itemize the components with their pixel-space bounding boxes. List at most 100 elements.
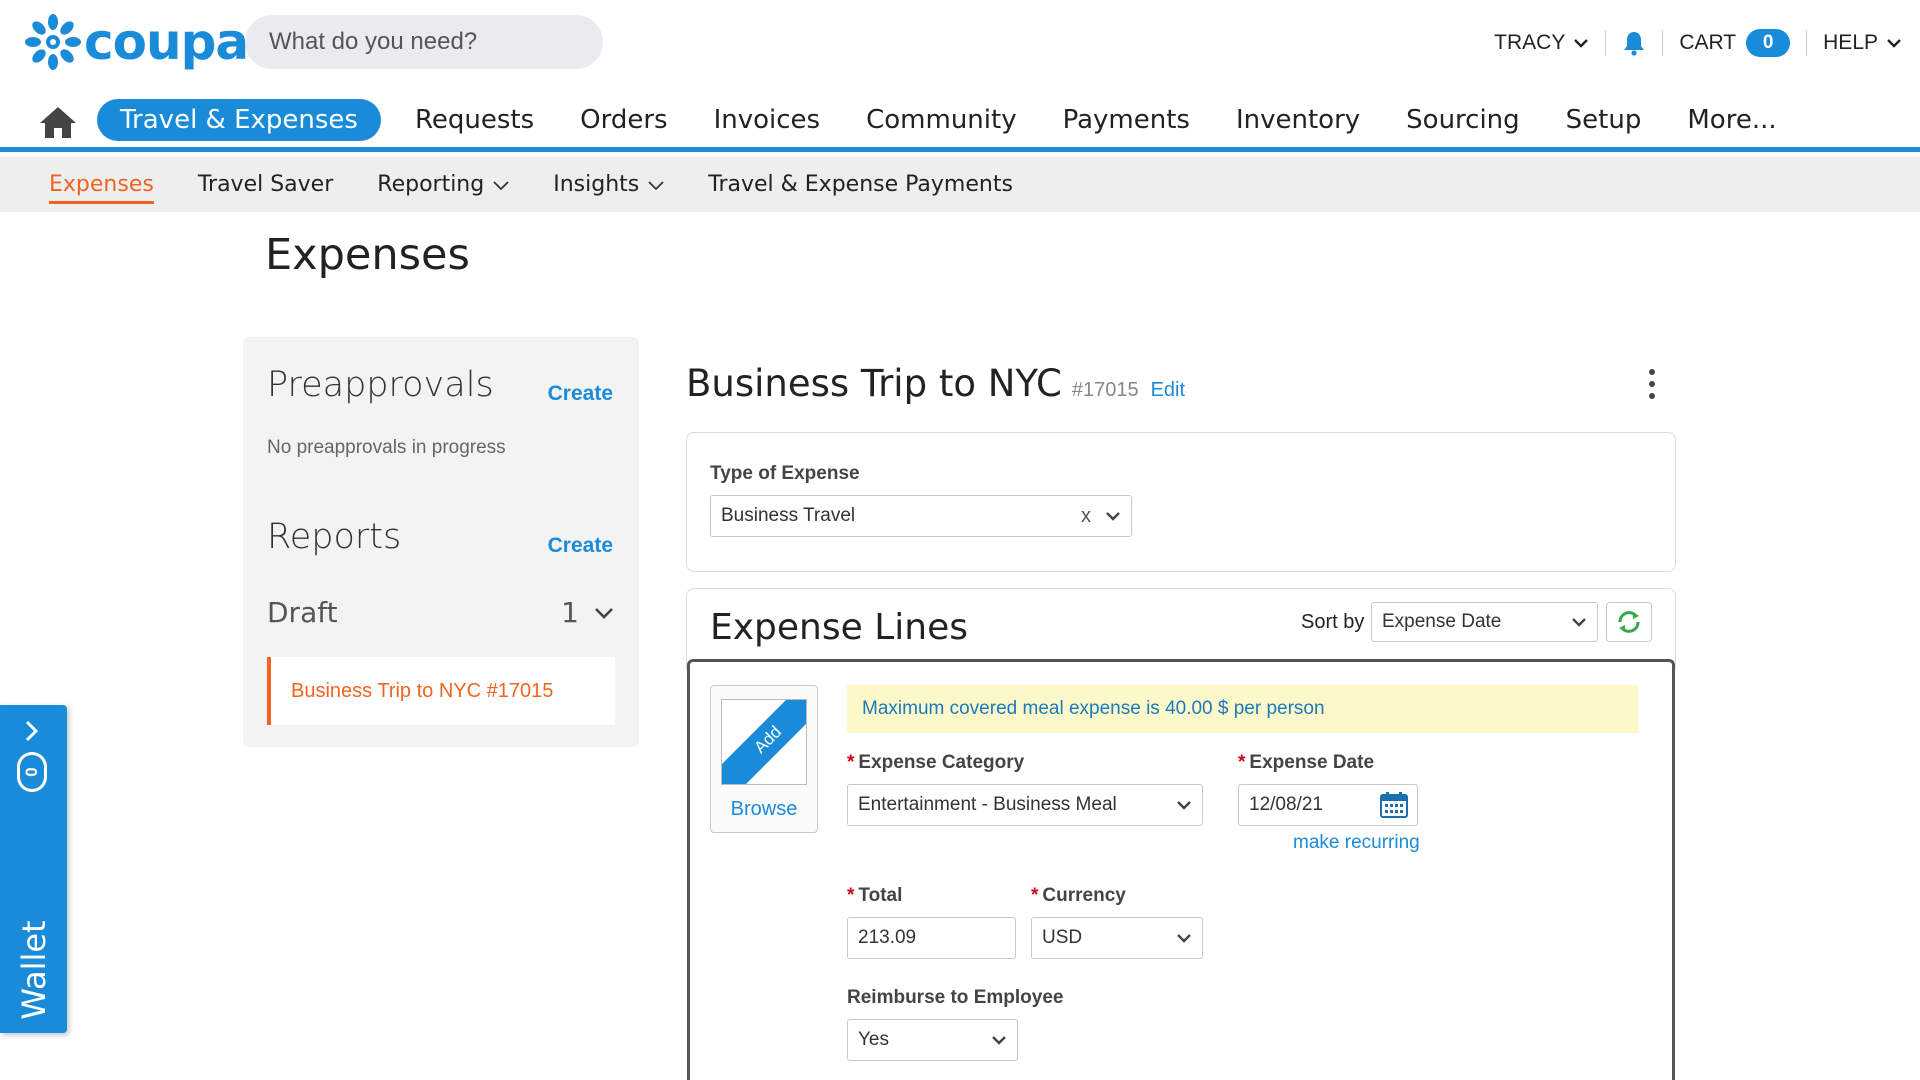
nav-payments[interactable]: Payments xyxy=(1040,99,1213,141)
expense-date-label-text: Expense Date xyxy=(1249,752,1374,773)
currency-select[interactable]: USD xyxy=(1031,917,1203,959)
subnav-te-payments-label: Travel & Expense Payments xyxy=(708,172,1013,197)
expense-type-label: Type of Expense xyxy=(710,463,860,485)
left-panel: Preapprovals Create No preapprovals in p… xyxy=(243,337,639,747)
nav-inventory[interactable]: Inventory xyxy=(1213,99,1383,141)
divider xyxy=(1806,30,1807,56)
browse-link[interactable]: Browse xyxy=(711,798,817,821)
policy-notice: Maximum covered meal expense is 40.00 $ … xyxy=(847,685,1638,733)
nav-setup[interactable]: Setup xyxy=(1543,99,1665,141)
home-icon[interactable] xyxy=(38,104,78,140)
header-actions: TRACY CART 0 HELP xyxy=(1494,26,1902,60)
expense-lines-card: Expense Lines Sort by Expense Date xyxy=(686,588,1676,670)
divider xyxy=(1662,30,1663,56)
nav-travel-expenses[interactable]: Travel & Expenses xyxy=(97,99,381,141)
chevron-down-icon xyxy=(1886,35,1902,51)
total-input[interactable] xyxy=(847,917,1016,959)
page-title: Expenses xyxy=(265,230,470,280)
sub-nav: Expenses Travel Saver Reporting Insights… xyxy=(0,157,1920,212)
subnav-te-payments[interactable]: Travel & Expense Payments xyxy=(708,157,1013,212)
total-label: *Total xyxy=(847,885,902,907)
receipt-attachment[interactable]: Add Browse xyxy=(710,685,818,833)
currency-label: *Currency xyxy=(1031,885,1126,907)
create-report-link[interactable]: Create xyxy=(548,534,613,558)
chevron-right-icon[interactable] xyxy=(20,719,44,743)
more-options-icon[interactable] xyxy=(1640,364,1664,404)
sort-by-value: Expense Date xyxy=(1382,611,1501,633)
wallet-tab[interactable]: 0 Wallet xyxy=(0,705,67,1033)
reports-heading: Reports xyxy=(267,517,401,557)
chevron-down-icon xyxy=(1176,930,1192,946)
chevron-down-icon xyxy=(1573,35,1589,51)
expense-lines-title: Expense Lines xyxy=(710,607,968,648)
coupa-logo[interactable]: coupa xyxy=(24,14,248,70)
help-menu[interactable]: HELP xyxy=(1823,31,1902,55)
required-marker: * xyxy=(847,885,854,906)
policy-notice-text: Maximum covered meal expense is 40.00 $ … xyxy=(862,698,1325,720)
logo-text: coupa xyxy=(84,17,248,67)
refresh-icon xyxy=(1615,608,1643,636)
required-marker: * xyxy=(847,752,854,773)
expense-type-value: Business Travel xyxy=(721,505,855,527)
edit-report-link[interactable]: Edit xyxy=(1151,379,1185,402)
subnav-expenses-label: Expenses xyxy=(49,172,154,197)
required-marker: * xyxy=(1238,752,1245,773)
nav-invoices[interactable]: Invoices xyxy=(691,99,844,141)
cart-label: CART xyxy=(1679,31,1736,55)
report-title: Business Trip to NYC xyxy=(686,362,1062,405)
reimburse-select[interactable]: Yes xyxy=(847,1019,1018,1061)
chevron-down-icon xyxy=(1176,797,1192,813)
report-number: #17015 xyxy=(1072,379,1139,402)
top-header: coupa TRACY CART 0 HELP xyxy=(0,0,1920,84)
subnav-insights[interactable]: Insights xyxy=(553,157,664,212)
preapprovals-empty-text: No preapprovals in progress xyxy=(267,437,506,459)
subnav-travel-saver[interactable]: Travel Saver xyxy=(198,157,333,212)
help-label: HELP xyxy=(1823,31,1878,55)
report-header: Business Trip to NYC #17015 Edit xyxy=(686,362,1185,405)
expense-category-label: *Expense Category xyxy=(847,752,1024,774)
draft-count: 1 xyxy=(561,596,579,629)
divider xyxy=(1605,30,1606,56)
draft-label: Draft xyxy=(267,596,338,629)
create-preapproval-link[interactable]: Create xyxy=(548,382,613,406)
search-input[interactable] xyxy=(269,28,579,56)
clear-selection-button[interactable]: x xyxy=(1081,505,1091,528)
expense-type-select[interactable]: Business Travel x xyxy=(710,495,1132,537)
expense-type-card: Type of Expense Business Travel x xyxy=(686,432,1676,572)
nav-sourcing[interactable]: Sourcing xyxy=(1383,99,1543,141)
wallet-count-badge: 0 xyxy=(17,752,47,792)
sort-by-select[interactable]: Expense Date xyxy=(1371,602,1598,642)
global-search xyxy=(245,15,603,69)
subnav-travel-saver-label: Travel Saver xyxy=(198,172,333,197)
nav-requests[interactable]: Requests xyxy=(392,99,557,141)
main-nav: Travel & Expenses Requests Orders Invoic… xyxy=(0,94,1920,152)
subnav-reporting-label: Reporting xyxy=(377,172,484,197)
nav-community[interactable]: Community xyxy=(843,99,1039,141)
subnav-reporting[interactable]: Reporting xyxy=(377,157,509,212)
receipt-placeholder: Add xyxy=(721,699,807,785)
calendar-icon[interactable] xyxy=(1380,792,1408,818)
expense-line-editor: Add Browse Maximum covered meal expense … xyxy=(687,659,1675,1080)
subnav-expenses[interactable]: Expenses xyxy=(49,157,154,212)
refresh-button[interactable] xyxy=(1606,602,1652,642)
bell-icon[interactable] xyxy=(1622,30,1646,56)
expense-category-select[interactable]: Entertainment - Business Meal xyxy=(847,784,1203,826)
report-list-item[interactable]: Business Trip to NYC #17015 xyxy=(267,657,615,725)
chevron-down-icon xyxy=(991,1032,1007,1048)
expense-date-label: *Expense Date xyxy=(1238,752,1374,774)
chevron-down-icon xyxy=(593,602,615,624)
wallet-label: Wallet xyxy=(15,920,53,1019)
cart-button[interactable]: CART 0 xyxy=(1679,29,1790,57)
report-item-label: Business Trip to NYC #17015 xyxy=(291,680,553,703)
user-menu[interactable]: TRACY xyxy=(1494,31,1589,55)
draft-group-toggle[interactable]: Draft 1 xyxy=(267,596,615,629)
nav-more[interactable]: More... xyxy=(1664,99,1799,141)
make-recurring-link[interactable]: make recurring xyxy=(1293,832,1420,854)
cart-count-badge: 0 xyxy=(1746,29,1790,57)
currency-label-text: Currency xyxy=(1042,885,1125,906)
nav-items: Travel & Expenses Requests Orders Invoic… xyxy=(97,99,1800,141)
chevron-down-icon xyxy=(493,177,509,193)
currency-value: USD xyxy=(1042,927,1082,949)
nav-orders[interactable]: Orders xyxy=(557,99,690,141)
sort-by-label: Sort by xyxy=(1301,611,1364,634)
